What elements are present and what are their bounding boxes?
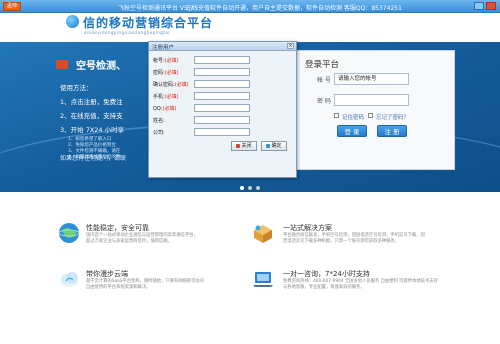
banner-tag-icon xyxy=(56,60,68,69)
feature-desc: 与各地客服，专业配置，快速高效的服务。 xyxy=(283,285,365,290)
dialog-title: 注册用户 xyxy=(152,45,175,51)
dialog-close-icon[interactable]: × xyxy=(287,43,294,49)
logo-title: 信的移动营销综合平台 xyxy=(83,16,214,30)
field-label-account: 帐号:(必填) xyxy=(153,58,179,64)
account-field[interactable] xyxy=(194,56,250,64)
feature-desc: 定电话实号下载多种机能，只需一个账号即可获取多种服务。 xyxy=(283,239,400,244)
password-input[interactable] xyxy=(334,94,409,106)
feature-title: 一站式解决方案 xyxy=(283,224,332,232)
package-icon xyxy=(254,225,272,243)
banner-note: 2、免除您产品价格到位 xyxy=(68,143,116,148)
forgot-checkbox[interactable] xyxy=(368,113,373,118)
remember-label[interactable]: 记住密码 xyxy=(342,113,364,121)
slider-dot[interactable] xyxy=(256,186,260,190)
banner-step: 3、开始 7X24 小时享 xyxy=(60,126,125,134)
login-button[interactable]: 登 录 xyxy=(337,125,367,137)
remember-checkbox[interactable] xyxy=(334,113,339,118)
feature-title: 带你漫步云端 xyxy=(86,270,128,278)
confirm-icon xyxy=(266,143,271,148)
feature-desc: 自由使用的平台系统资源和解决。 xyxy=(86,285,151,290)
cloud-icon xyxy=(60,272,78,287)
field-label-name: 姓名: xyxy=(153,118,165,124)
login-title: 登录平台 xyxy=(305,60,340,70)
close-button[interactable] xyxy=(486,2,496,10)
dialog-cancel-button[interactable]: 关闭 xyxy=(231,141,257,151)
password-field[interactable] xyxy=(194,68,250,76)
banner-heading: 空号检测、 xyxy=(76,61,126,72)
window-controls xyxy=(474,2,496,10)
globe-icon xyxy=(58,223,80,243)
field-label-confirm: 确认密码:(必填) xyxy=(153,82,189,88)
account-label: 帐 号 xyxy=(317,77,331,84)
slider-dots xyxy=(240,186,260,190)
slider-dot[interactable] xyxy=(240,186,244,190)
register-button[interactable]: 注 册 xyxy=(377,125,407,137)
field-label-password: 密码:(必填) xyxy=(153,70,179,76)
logo-subtitle: xindeyidongyingxiaozonghepingtai xyxy=(84,30,170,35)
register-dialog: 注册用户 × 帐号:(必填) 密码:(必填) 确认密码:(必填) 手机:(必填)… xyxy=(148,41,297,178)
confirm-password-field[interactable] xyxy=(194,80,250,88)
banner-step: 1、点击注册，免费注 xyxy=(60,98,123,106)
company-field[interactable] xyxy=(194,128,250,136)
forgot-password-link[interactable]: 忘记了密码？ xyxy=(376,113,409,121)
minimize-button[interactable] xyxy=(474,2,484,10)
name-field[interactable] xyxy=(194,116,250,124)
feature-desc: 超过万家企业与多家运营商签约，值得信赖。 xyxy=(86,239,172,244)
banner-note: 1、如您希望了解入口 xyxy=(68,137,112,142)
field-label-company: 公司: xyxy=(153,130,165,136)
login-panel: 登录平台 帐 号 请输入您的帐号 密 码 记住密码 忘记了密码？ 登 录 注 册 xyxy=(292,50,455,170)
slider-dot[interactable] xyxy=(248,186,252,190)
field-label-phone: 手机:(必填) xyxy=(153,94,179,100)
window-titlebar: 孟帅 飞秋空号检测通讯平台 V5.7 在线充值软件自动开通，用户自主提交数据，软… xyxy=(0,0,500,13)
feature-title: 性能稳定，安全可靠 xyxy=(86,224,149,232)
account-input[interactable]: 请输入您的帐号 xyxy=(334,73,409,85)
app-icon[interactable]: 孟帅 xyxy=(3,2,21,11)
window-title: 飞秋空号检测通讯平台 V5.7 xyxy=(118,5,194,12)
feature-title: 一对一咨询，7*24小时支持 xyxy=(283,270,370,278)
window-notice: 在线充值软件自动开通，用户自主提交数据，软件自动检测 客服QQ：85374251 xyxy=(186,5,402,12)
field-label-qq: QQ:(必填) xyxy=(153,106,177,112)
banner-usage-title: 使用方法： xyxy=(60,84,93,92)
password-label: 密 码 xyxy=(317,98,331,105)
cancel-icon xyxy=(236,143,241,148)
laptop-icon xyxy=(253,272,273,287)
banner-step: 2、在线充值，支持支 xyxy=(60,112,123,120)
dialog-confirm-button[interactable]: 确定 xyxy=(261,141,287,151)
dialog-titlebar: 注册用户 × xyxy=(149,42,296,51)
qq-field[interactable] xyxy=(194,104,250,112)
logo-icon xyxy=(66,15,79,28)
banner-contact: 如果您有任何疑问，请联 xyxy=(60,155,127,162)
features-section: 性能稳定，安全可靠 国内首个一站式移动企业通信与运营管理的高等通信平台， 超过万… xyxy=(0,192,500,344)
phone-field[interactable] xyxy=(194,92,250,100)
